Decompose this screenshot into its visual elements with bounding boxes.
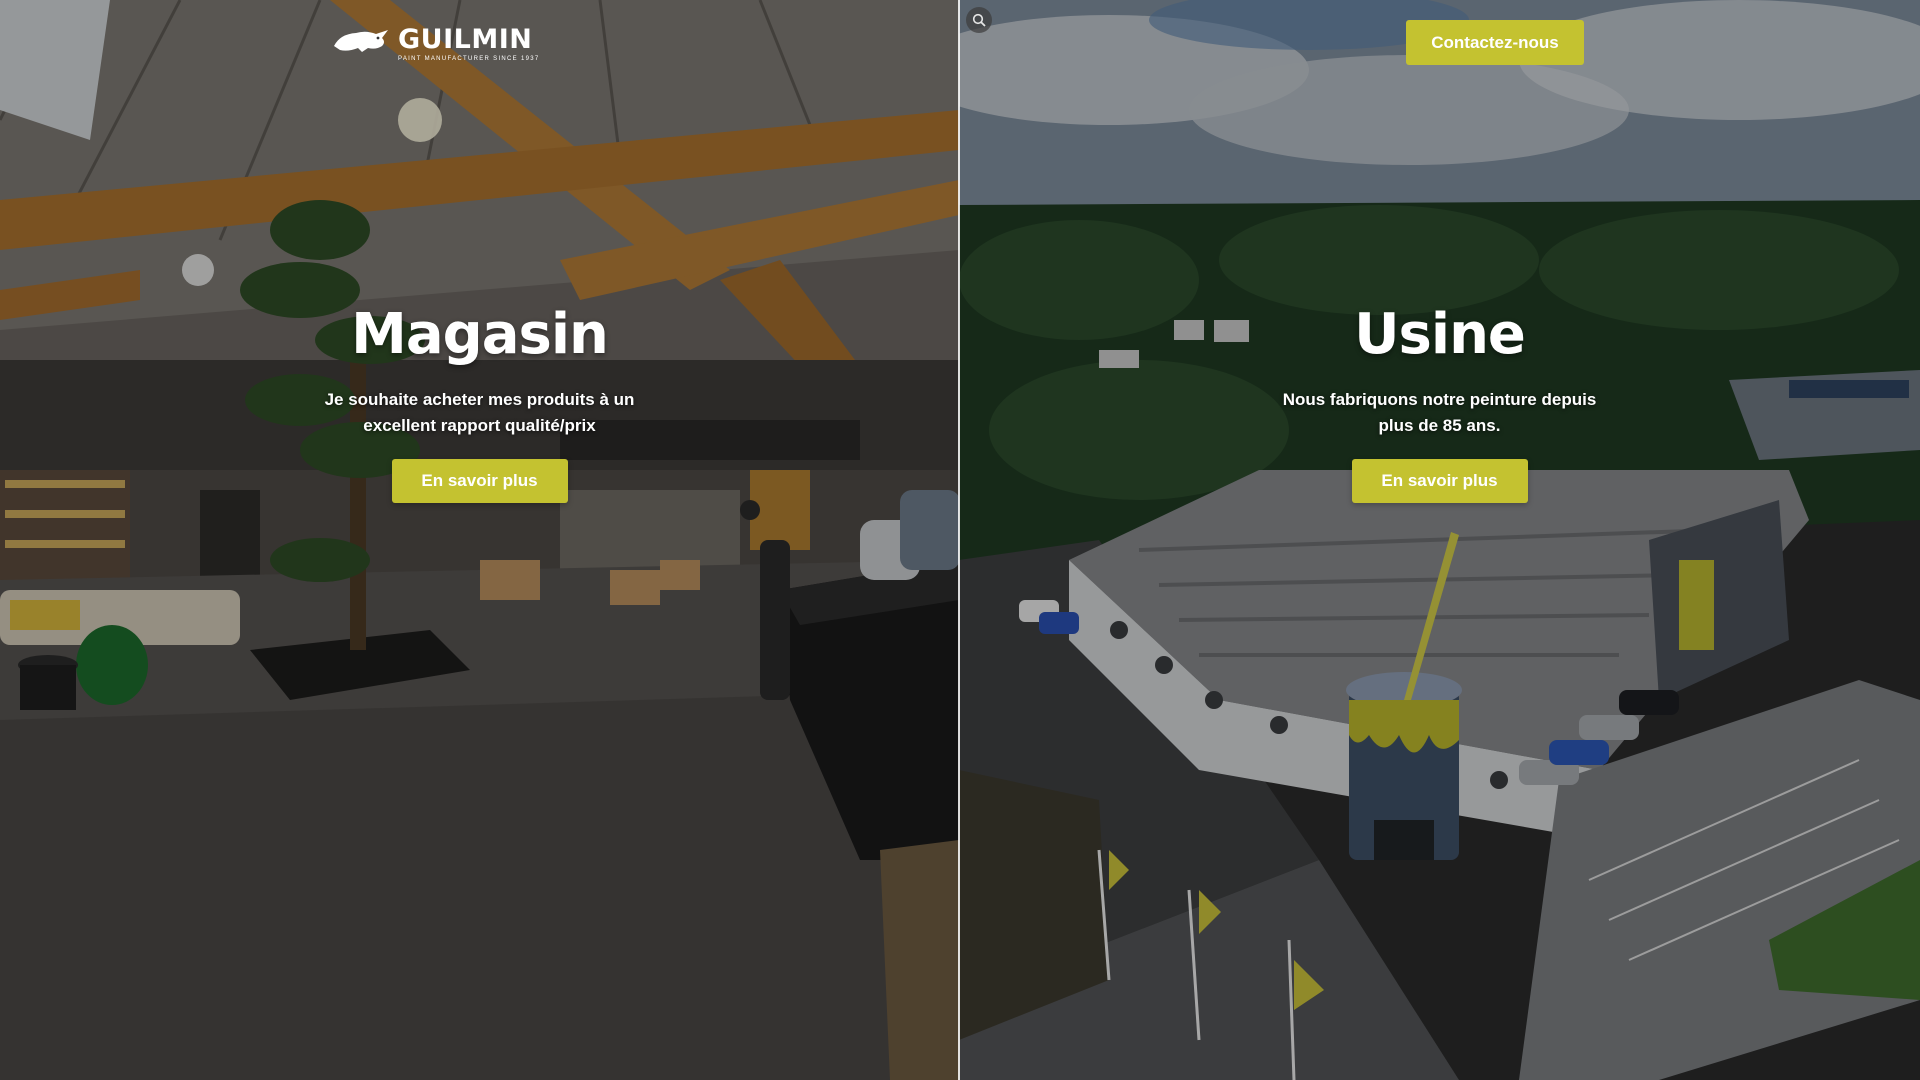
contact-button[interactable]: Contactez-nous — [1406, 20, 1584, 65]
factory-hero: Usine Nous fabriquons notre peinture dep… — [959, 295, 1920, 503]
search-button[interactable] — [966, 7, 992, 33]
logo-brand: GUILMIN — [398, 24, 533, 55]
factory-title: Usine — [1354, 302, 1526, 367]
store-panel[interactable]: Magasin Je souhaite acheter mes produits… — [0, 0, 959, 1080]
store-learn-more-button[interactable]: En savoir plus — [391, 459, 568, 503]
logo-text: GUILMIN Paint manufacturer since 1937 — [398, 26, 540, 63]
factory-panel[interactable]: Usine Nous fabriquons notre peinture dep… — [959, 0, 1920, 1080]
panel-divider — [958, 0, 960, 1080]
factory-subtitle: Nous fabriquons notre peinture depuis pl… — [1282, 390, 1597, 435]
factory-learn-more-button[interactable]: En savoir plus — [1351, 459, 1528, 503]
store-overlay — [0, 0, 959, 1080]
store-hero: Magasin Je souhaite acheter mes produits… — [0, 295, 959, 503]
logo-tagline: Paint manufacturer since 1937 — [398, 56, 540, 62]
store-subtitle: Je souhaite acheter mes produits à un ex… — [324, 390, 635, 435]
store-title: Magasin — [351, 302, 609, 367]
search-icon — [972, 13, 986, 27]
factory-overlay — [959, 0, 1920, 1080]
guilmin-logo[interactable]: GUILMIN Paint manufacturer since 1937 — [332, 26, 540, 63]
boar-logo-icon — [334, 30, 388, 52]
